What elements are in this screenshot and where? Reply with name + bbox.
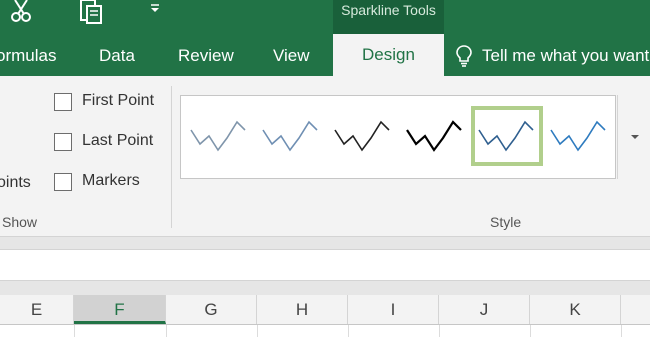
- markers-checkbox-box[interactable]: [54, 173, 72, 191]
- cell-gridline: [166, 325, 167, 337]
- cell-gridline: [621, 325, 622, 337]
- column-header-j[interactable]: J: [439, 295, 530, 324]
- markers-label: Markers: [82, 172, 140, 189]
- cell-gridline: [257, 325, 258, 337]
- sparkline-style-5-line: [478, 120, 534, 152]
- tab-formulas[interactable]: ormulas: [0, 44, 56, 68]
- sparkline-tools-label: Sparkline Tools: [341, 2, 436, 18]
- group-divider: [171, 86, 172, 228]
- cell-gridline: [74, 325, 75, 337]
- cell-gridline: [348, 325, 349, 337]
- sparkline-style-4-line: [406, 120, 462, 152]
- ribbon-body: oints First Point Last Point Markers Sho…: [0, 76, 650, 237]
- column-header-h[interactable]: H: [257, 295, 348, 324]
- column-header-f[interactable]: F: [74, 295, 166, 324]
- clipboard-icon[interactable]: [78, 0, 104, 24]
- first-point-checkbox-box[interactable]: [54, 93, 72, 111]
- ribbon-tab-bar: Sparkline Tools ormulas Data Review View…: [0, 0, 650, 76]
- sparkline-style-6-line: [550, 120, 606, 152]
- show-group-label: Show: [2, 214, 38, 230]
- sparkline-style-gallery: [180, 95, 616, 179]
- scissors-icon[interactable]: [6, 0, 36, 24]
- gallery-more-button[interactable]: [617, 95, 650, 179]
- sparkline-style-3[interactable]: [329, 110, 399, 164]
- lightbulb-icon: [456, 45, 472, 74]
- customize-quick-access-icon[interactable]: [150, 4, 160, 14]
- column-headers: E F G H I J K: [0, 295, 650, 325]
- dropdown-arrow-icon: [631, 135, 639, 139]
- tab-view[interactable]: View: [273, 44, 310, 68]
- sparkline-style-3-line: [334, 120, 390, 152]
- tell-me-text: Tell me what you want: [482, 46, 650, 65]
- last-point-label: Last Point: [82, 132, 154, 149]
- sparkline-style-5-selected[interactable]: [471, 106, 543, 166]
- column-header-i[interactable]: I: [348, 295, 439, 324]
- style-group-label: Style: [490, 214, 522, 230]
- cell-gridline: [439, 325, 440, 337]
- sheet-top-gap: [0, 281, 650, 295]
- cell-grid[interactable]: [0, 325, 650, 337]
- column-header-g[interactable]: G: [166, 295, 257, 324]
- tab-review[interactable]: Review: [178, 44, 234, 68]
- last-point-checkbox-box[interactable]: [54, 133, 72, 151]
- sparkline-style-2-line: [262, 120, 318, 152]
- high-low-points-label: oints: [0, 174, 31, 191]
- column-header-k[interactable]: K: [530, 295, 621, 324]
- ribbon-bottom-gap: [0, 237, 650, 249]
- sparkline-style-4[interactable]: [401, 110, 471, 164]
- tab-data[interactable]: Data: [99, 44, 135, 68]
- formula-bar[interactable]: [0, 249, 650, 281]
- sparkline-style-1-line: [190, 120, 246, 152]
- first-point-label: First Point: [82, 92, 155, 109]
- sparkline-style-6[interactable]: [545, 110, 615, 164]
- sparkline-style-2[interactable]: [257, 110, 327, 164]
- sparkline-tools-group: Sparkline Tools: [333, 0, 444, 34]
- sparkline-style-1[interactable]: [185, 110, 255, 164]
- column-header-e[interactable]: E: [0, 295, 74, 324]
- tab-design[interactable]: Design: [333, 34, 444, 76]
- cell-gridline: [530, 325, 531, 337]
